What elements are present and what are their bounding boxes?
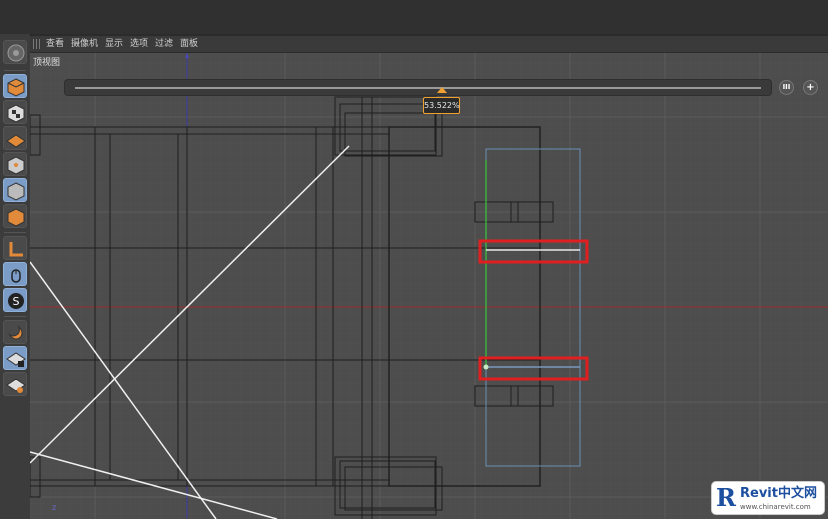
- svg-text:S: S: [13, 295, 20, 308]
- polygon-cube-icon[interactable]: [3, 204, 27, 228]
- watermark-logo: R Revit中文网 www.chinarevit.com: [711, 481, 825, 515]
- axis-icon[interactable]: [3, 236, 27, 260]
- axis-indicator-label: z: [52, 503, 57, 512]
- menu-filter[interactable]: 过滤: [155, 38, 173, 50]
- slider-line: [75, 87, 761, 89]
- soft-selection-icon[interactable]: S: [3, 288, 27, 312]
- app-logo-icon[interactable]: [3, 40, 27, 64]
- top-strip: [0, 0, 828, 34]
- viewport-canvas: [30, 53, 828, 519]
- toolbar-separator: [4, 232, 26, 233]
- point-cube-icon[interactable]: [3, 152, 27, 176]
- texture-plane-icon[interactable]: [3, 126, 27, 150]
- menu-options[interactable]: 选项: [130, 38, 148, 50]
- viewport-menubar: 查看 摄像机 显示 选项 过滤 面板: [30, 36, 828, 53]
- slider-handle-icon[interactable]: [437, 87, 447, 93]
- toolbar-separator: [4, 70, 26, 71]
- mouse-tweak-icon[interactable]: [3, 262, 27, 286]
- menu-display[interactable]: 显示: [105, 38, 123, 50]
- workplane-icon[interactable]: [3, 372, 27, 396]
- viewport-title: 顶视图: [33, 58, 61, 68]
- cube-object-icon[interactable]: [3, 74, 27, 98]
- checker-cube-icon[interactable]: [3, 100, 27, 124]
- slider-value-box[interactable]: 53.522%: [423, 97, 460, 114]
- pause-button[interactable]: III: [779, 80, 794, 95]
- left-toolbar: S: [0, 34, 31, 519]
- selected-point[interactable]: [483, 364, 489, 370]
- lock-grid-icon[interactable]: [3, 346, 27, 370]
- magnet-snap-icon[interactable]: [3, 320, 27, 344]
- menu-view[interactable]: 查看: [46, 38, 64, 50]
- menu-camera[interactable]: 摄像机: [71, 38, 98, 50]
- menu-panel[interactable]: 面板: [180, 38, 198, 50]
- watermark-brand: Revit中文网: [740, 486, 817, 501]
- top-viewport[interactable]: [30, 53, 828, 519]
- menu-grip-icon: [33, 39, 42, 49]
- toolbar-separator: [4, 316, 26, 317]
- value-slider[interactable]: [64, 79, 772, 96]
- add-button[interactable]: +: [803, 80, 818, 95]
- watermark-url: www.chinarevit.com: [740, 503, 811, 511]
- edge-cube-icon[interactable]: [3, 178, 27, 202]
- watermark-letter: R: [716, 483, 736, 512]
